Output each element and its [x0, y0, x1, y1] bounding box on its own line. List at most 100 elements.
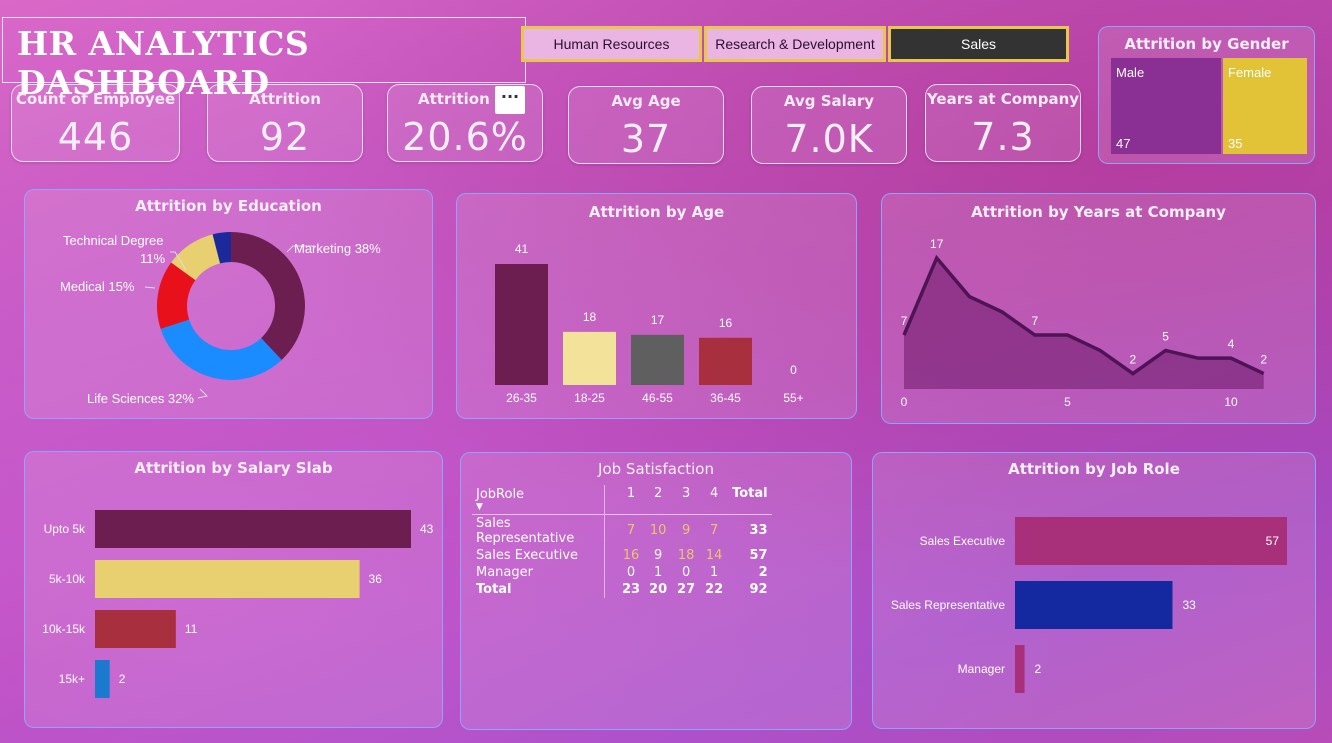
jobrole-data-label: 2 [1035, 662, 1042, 676]
cell: 1 [653, 564, 663, 580]
age-data-label: 41 [515, 242, 529, 256]
cell: 7 [626, 523, 636, 538]
slicer-human-resources[interactable]: Human Resources [521, 26, 702, 62]
cell: 9 [653, 547, 663, 563]
jobrole-tick-label: Sales Representative [891, 598, 1005, 612]
gender-panel: Attrition by Gender Male 47 Female 35 [1098, 26, 1315, 164]
slicer-sales[interactable]: Sales [888, 26, 1069, 62]
kpi-value: 7.0K [784, 117, 874, 161]
age-data-label: 17 [651, 313, 665, 327]
cell-total: 2 [758, 564, 768, 580]
cell-total: 57 [749, 547, 768, 563]
age-bar[interactable] [699, 337, 752, 385]
table-row[interactable]: Sales Executive 16 9 18 14 57 [472, 546, 772, 564]
education-donut-chart: Marketing 38% Technical Degree 11% Medic… [60, 232, 381, 406]
years-panel: Attrition by Years at Company 7 17 7 2 5 4 2 0 5… [881, 193, 1316, 424]
salary-data-label: 36 [369, 572, 383, 586]
jobrole-panel: Attrition by Job Role Sales Executive 57 S… [872, 452, 1316, 729]
salary-bar[interactable] [95, 660, 110, 698]
cell: 27 [677, 581, 696, 597]
years-data-label: 17 [930, 237, 944, 251]
job-satisfaction-table: JobRole 1 2 3 4 Total ▼ Sales Representa… [472, 485, 772, 598]
years-data-label: 2 [1260, 353, 1267, 367]
cell: 7 [709, 523, 719, 538]
age-tick-label: 55+ [783, 391, 803, 405]
table-row[interactable]: Sales Representative 7 10 9 7 33 [472, 514, 772, 547]
salary-tick-label: 5k-10k [49, 572, 86, 586]
education-label-technical-pct: 11% [140, 251, 165, 266]
cell: 0 [681, 564, 691, 580]
years-data-label: 2 [1130, 353, 1137, 367]
more-options-icon[interactable]: ··· [495, 86, 525, 114]
salary-bar[interactable] [95, 510, 411, 548]
jobrole-tick-label: Manager [958, 662, 1005, 676]
kpi-value: 446 [57, 115, 134, 159]
education-panel: Attrition by Education Marketing 38% Tec… [24, 189, 433, 419]
education-label-medical: Medical 15% [60, 279, 135, 294]
jobrole-bar[interactable] [1015, 645, 1025, 693]
years-tick-label: 0 [901, 395, 908, 409]
salary-tick-label: 15k+ [59, 672, 85, 686]
education-label-marketing: Marketing 38% [294, 241, 381, 256]
header-jobrole[interactable]: JobRole [472, 485, 604, 502]
age-bar[interactable] [495, 264, 548, 385]
jobrole-bar[interactable] [1015, 581, 1173, 629]
sort-arrow-icon[interactable]: ▼ [472, 502, 604, 514]
salary-tick-label: Upto 5k [44, 522, 86, 536]
gender-male-tile[interactable]: Male 47 [1111, 58, 1221, 154]
header-col: 2 [653, 486, 663, 501]
kpi-attrition: Attrition 92 [207, 84, 363, 162]
age-panel: Attrition by Age 41 26-35 18 18-25 17 46-55 16… [456, 193, 857, 419]
row-role: Total [476, 581, 512, 597]
job-satisfaction-title: Job Satisfaction [598, 460, 714, 478]
kpi-label: Avg Age [611, 92, 681, 110]
cell: 18 [677, 547, 695, 563]
salary-bar[interactable] [95, 560, 360, 598]
header-col: 4 [709, 486, 719, 501]
jobrole-bar-chart: Sales Executive 57 Sales Representative 33 M… [891, 517, 1287, 693]
kpi-avg-age: Avg Age 37 [568, 86, 724, 164]
age-data-label: 0 [790, 363, 797, 377]
cell: 9 [681, 523, 691, 538]
cell-total: 33 [749, 523, 768, 538]
cell: 16 [622, 547, 640, 563]
age-bar[interactable] [563, 331, 616, 385]
years-area-chart: 7 17 7 2 5 4 2 0 5 10 [901, 237, 1268, 409]
age-bar[interactable] [631, 334, 684, 385]
jobrole-bar[interactable] [1015, 517, 1287, 565]
cell-total: 92 [749, 581, 768, 597]
kpi-value: 92 [259, 115, 311, 159]
table-total-row: Total 23 20 27 22 92 [472, 580, 772, 598]
salary-data-label: 11 [185, 622, 198, 636]
row-role: Sales Executive [476, 547, 579, 563]
gender-label: Female [1228, 65, 1272, 80]
cell: 0 [626, 564, 636, 580]
header-jobrole-label: JobRole [476, 486, 525, 502]
dashboard-title: HR ANALYTICS DASHBOARD [2, 17, 526, 102]
header-total: Total [732, 486, 768, 501]
years-tick-label: 5 [1064, 395, 1071, 409]
gender-female-tile[interactable]: Female 35 [1223, 58, 1307, 154]
age-bar-chart: 41 26-35 18 18-25 17 46-55 16 36-45 0 55+ [495, 242, 804, 405]
slicer-research-development[interactable]: Research & Development [704, 26, 886, 62]
age-data-label: 18 [583, 310, 597, 324]
years-data-label: 4 [1228, 337, 1235, 351]
cell: 10 [649, 523, 667, 538]
salary-bar[interactable] [95, 610, 176, 648]
donut-slice-life-sciences[interactable] [160, 319, 282, 381]
salary-tick-label: 10k-15k [42, 622, 86, 636]
jobrole-data-label: 57 [1266, 534, 1280, 548]
years-data-label: 5 [1162, 329, 1169, 343]
table-row[interactable]: Manager 0 1 0 1 2 [472, 563, 772, 581]
kpi-label: Count of Employee [15, 90, 176, 108]
salary-data-label: 43 [420, 522, 434, 536]
years-area [904, 258, 1264, 389]
kpi-value: 37 [620, 117, 672, 161]
row-role: Sales Representative [476, 515, 575, 546]
cell: 14 [705, 547, 723, 563]
leader-line [144, 286, 156, 289]
kpi-label: Attrition [249, 90, 321, 108]
kpi-value: 20.6% [402, 115, 528, 159]
kpi-value: 7.3 [971, 115, 1035, 159]
kpi-label: Avg Salary [783, 92, 875, 110]
